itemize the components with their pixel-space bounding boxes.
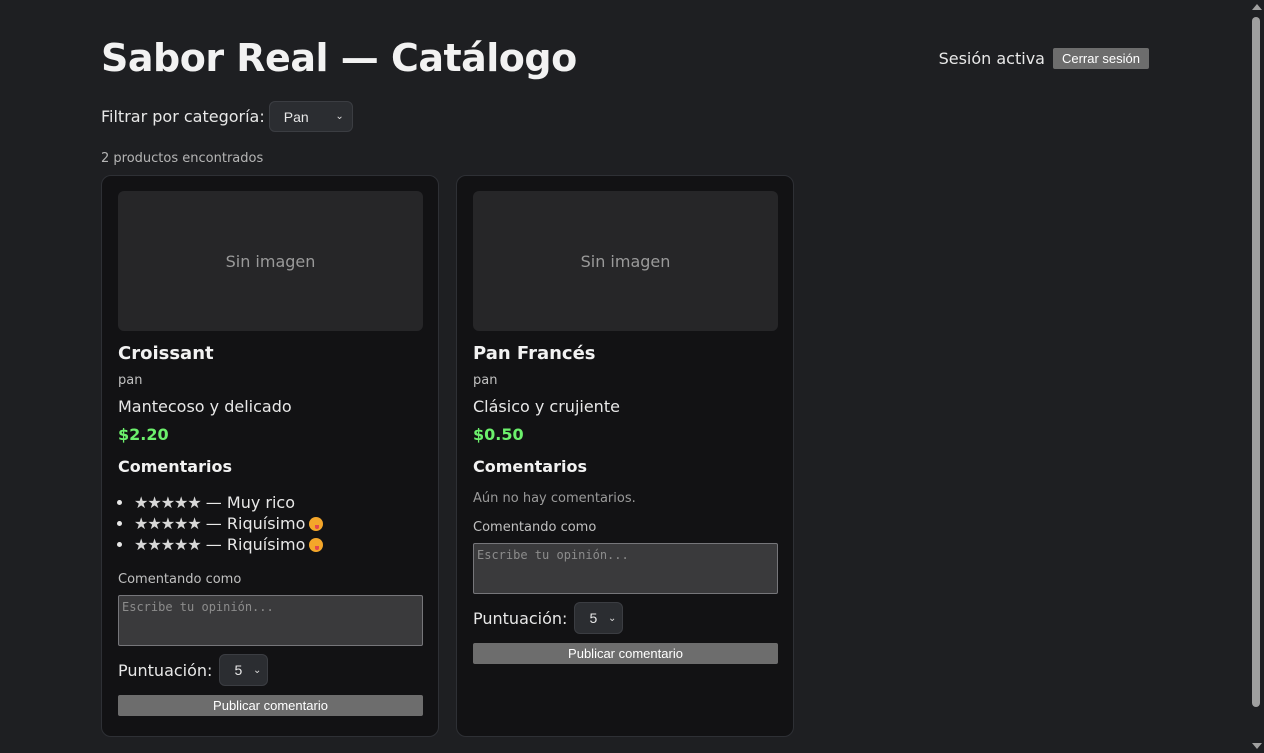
- product-description: Mantecoso y delicado: [118, 397, 292, 416]
- comment-input[interactable]: [118, 595, 423, 646]
- category-filter: Filtrar por categoría: Pan ⌄: [101, 101, 353, 132]
- session-status: Sesión activa: [938, 49, 1045, 68]
- scroll-thumb[interactable]: [1252, 17, 1260, 707]
- publish-comment-button[interactable]: Publicar comentario: [473, 643, 778, 664]
- rating-label: Puntuación:: [473, 608, 568, 628]
- results-count: 2 productos encontrados: [101, 151, 264, 166]
- product-list: Sin imagen Croissant pan Mantecoso y del…: [101, 175, 794, 737]
- rating-select-value: 5: [589, 610, 598, 626]
- chevron-down-icon: ⌄: [335, 111, 344, 122]
- yum-emoji-icon: [309, 517, 324, 531]
- comment-text: — Riquísimo: [200, 535, 306, 554]
- comments-list: ★★★★★ — Muy rico ★★★★★ — Riquísimo ★★★★★…: [118, 492, 422, 555]
- comment-input[interactable]: [473, 543, 778, 594]
- rating-row: Puntuación: 5 ⌄: [118, 654, 422, 686]
- rating-select[interactable]: 5 ⌄: [219, 654, 269, 686]
- comment-text: — Muy rico: [200, 493, 295, 512]
- comments-heading: Comentarios: [473, 457, 587, 476]
- star-rating: ★★★★★: [134, 514, 202, 533]
- yum-emoji-icon: [309, 538, 324, 552]
- scroll-down-arrow-icon[interactable]: [1252, 743, 1262, 749]
- filter-label: Filtrar por categoría:: [101, 107, 265, 126]
- product-category: pan: [118, 373, 143, 388]
- product-card: Sin imagen Pan Francés pan Clásico y cru…: [456, 175, 794, 737]
- rating-row: Puntuación: 5 ⌄: [473, 602, 777, 634]
- comments-heading: Comentarios: [118, 457, 232, 476]
- rating-label: Puntuación:: [118, 660, 213, 680]
- session-area: Sesión activa Cerrar sesión: [939, 48, 1149, 69]
- scroll-up-arrow-icon[interactable]: [1252, 4, 1262, 10]
- comment-item: ★★★★★ — Riquísimo: [134, 534, 422, 555]
- rating-select-value: 5: [234, 662, 243, 678]
- product-image-placeholder: Sin imagen: [118, 191, 423, 331]
- publish-comment-button[interactable]: Publicar comentario: [118, 695, 423, 716]
- comment-item: ★★★★★ — Muy rico: [134, 492, 422, 513]
- product-category: pan: [473, 373, 498, 388]
- image-placeholder-text: Sin imagen: [225, 251, 316, 271]
- commenting-as-label: Comentando como: [118, 572, 242, 587]
- star-rating: ★★★★★: [134, 493, 202, 512]
- comment-item: ★★★★★ — Riquísimo: [134, 513, 422, 534]
- commenting-as-label: Comentando como: [473, 520, 597, 535]
- product-image-placeholder: Sin imagen: [473, 191, 778, 331]
- chevron-down-icon: ⌄: [608, 612, 617, 624]
- product-name: Pan Francés: [473, 343, 596, 364]
- product-price: $2.20: [118, 425, 169, 444]
- vertical-scrollbar[interactable]: [1249, 0, 1264, 753]
- logout-button[interactable]: Cerrar sesión: [1052, 48, 1149, 69]
- product-name: Croissant: [118, 343, 214, 364]
- no-comments-text: Aún no hay comentarios.: [473, 491, 636, 506]
- page-title: Sabor Real — Catálogo: [101, 36, 577, 80]
- product-price: $0.50: [473, 425, 524, 444]
- category-select[interactable]: Pan ⌄: [268, 101, 353, 132]
- comment-text: — Riquísimo: [200, 514, 306, 533]
- chevron-down-icon: ⌄: [253, 664, 262, 676]
- product-card: Sin imagen Croissant pan Mantecoso y del…: [101, 175, 439, 737]
- header: Sabor Real — Catálogo Sesión activa Cerr…: [101, 0, 1149, 92]
- catalog-page: Sabor Real — Catálogo Sesión activa Cerr…: [101, 0, 1149, 737]
- image-placeholder-text: Sin imagen: [580, 251, 671, 271]
- rating-select[interactable]: 5 ⌄: [574, 602, 624, 634]
- product-description: Clásico y crujiente: [473, 397, 620, 416]
- star-rating: ★★★★★: [134, 535, 202, 554]
- category-select-value: Pan: [283, 108, 309, 125]
